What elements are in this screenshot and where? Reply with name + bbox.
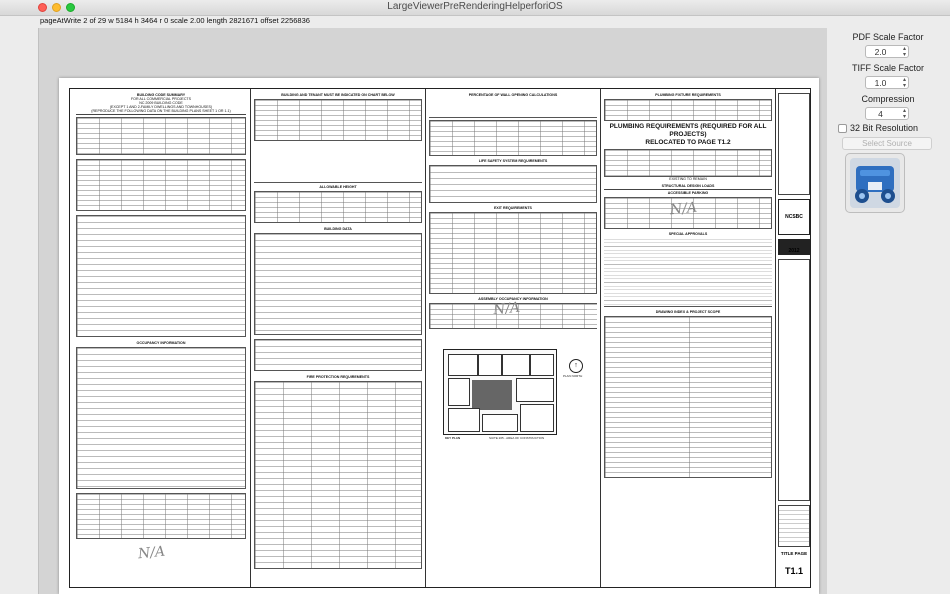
compression-label: Compression [861,94,915,104]
parking-area: N/A [604,197,772,229]
floor-plan-drawing [443,349,557,435]
building-chart-table [254,99,422,141]
fire-protection-table [254,381,422,569]
tiff-scale-stepper[interactable]: 1.0 ▴ ▾ [865,76,909,89]
drawing-index-heading: DRAWING INDEX & PROJECT SCOPE [655,310,721,314]
exit-heading: EXIT REQUIREMENTS [494,206,532,210]
column-divider [250,89,251,587]
building-data-heading: BUILDING DATA [324,227,352,231]
window-title: LargeViewerPreRenderingHelperforiOS [387,1,563,12]
stepper-arrows-icon[interactable]: ▴ ▾ [903,46,906,58]
column-divider [600,89,601,587]
key-plan-label: KEY PLAN [445,436,461,440]
pdf-scale-value: 2.0 [874,47,887,57]
building-data-block [254,233,422,335]
title-block-middle [778,259,810,501]
building-chart-title: BUILDING AND TENANT MUST BE INDICATED ON… [281,93,395,97]
code-summary-column: BUILDING CODE SUMMARY FOR ALL COMMERCIAL… [76,93,246,583]
column-divider [425,89,426,587]
code-compliance-block [76,215,246,337]
project-info-table [76,117,246,155]
plumbing-callout-page: RELOCATED TO PAGE T1.2 [645,139,731,146]
building-data-column: BUILDING AND TENANT MUST BE INDICATED ON… [254,93,422,583]
compression-value: 4 [878,109,883,119]
document-page: BUILDING CODE SUMMARY FOR ALL COMMERCIAL… [59,78,819,594]
plumbing-callout: PLUMBING REQUIREMENTS (REQUIRED FOR ALL … [609,123,767,138]
structural-heading: STRUCTURAL DESIGN LOADS [661,184,715,188]
sheet-number: T1.1 [784,566,803,576]
special-approvals-text [604,236,772,307]
plumbing-heading: PLUMBING FIXTURE REQUIREMENTS [655,93,721,97]
plan-area: N/A ↑ PLAN NORTH KEY PLAN SUITE 205 - AR… [429,299,597,513]
area-block [254,339,422,371]
wall-opening-column: PERCENTAGE OF WALL OPENING CALCULATIONS … [429,93,597,583]
design-team-table [76,159,246,211]
occupancy-heading: OCCUPANCY INFORMATION [136,341,186,345]
stepper-arrows-icon[interactable]: ▴ ▾ [903,77,906,89]
tiff-scale-label: TIFF Scale Factor [851,63,924,73]
exit-table [429,212,597,294]
plumbing-column: PLUMBING FIXTURE REQUIREMENTS PLUMBING R… [604,93,772,583]
occupancy-block [76,347,246,489]
title-block-top [778,93,810,195]
title-block-column: NCSBC 2012 TITLE PAGE T1.1 [778,93,810,583]
wall-opening-table [429,120,597,156]
na-stamp: N/A [137,543,166,563]
code-summary-subtitle: (REPRODUCE THE FOLLOWING DATA ON THE BUI… [91,109,231,113]
allowable-height-table [254,191,422,223]
accessible-parking-heading: ACCESSIBLE PARKING [667,191,709,195]
stepper-arrows-icon[interactable]: ▴ ▾ [903,108,906,120]
allowable-height-heading: ALLOWABLE HEIGHT [319,185,357,189]
na-stamp: N/A [669,199,698,219]
document-viewer[interactable]: BUILDING CODE SUMMARY FOR ALL COMMERCIAL… [38,28,827,594]
plan-north-label: PLAN NORTH [563,374,583,378]
window-titlebar: LargeViewerPreRenderingHelperforiOS [0,0,950,16]
pdf-scale-label: PDF Scale Factor [852,32,924,42]
tiff-scale-value: 1.0 [874,78,887,88]
na-stamp: N/A [492,299,521,319]
settings-sidebar: PDF Scale Factor 2.0 ▴ ▾ TIFF Scale Facto… [826,28,950,594]
column-divider [775,89,776,587]
compression-stepper[interactable]: 4 ▴ ▾ [865,107,909,120]
drawing-index-table [604,316,772,478]
allowable-area-table [76,493,246,539]
code-badge: NCSBC 2012 [778,199,810,254]
render-info-text: pageAtWrite 2 of 29 w 5184 h 3464 r 0 sc… [40,16,310,25]
plumbing-table-top [604,99,772,121]
wall-opening-notes [429,97,597,118]
bit32-label[interactable]: 32 Bit Resolution [850,123,918,133]
app-icon [845,153,905,213]
drawing-sheet: BUILDING CODE SUMMARY FOR ALL COMMERCIAL… [69,88,811,588]
plumbing-table-bottom [604,149,772,177]
life-safety-block [429,165,597,203]
bit32-checkbox[interactable] [838,124,847,133]
sheet-title: TITLE PAGE [780,551,808,556]
pdf-scale-stepper[interactable]: 2.0 ▴ ▾ [865,45,909,58]
existing-label: EXISTING TO REMAIN [669,177,707,181]
notes-block [254,144,422,183]
fire-protection-heading: FIRE PROTECTION REQUIREMENTS [306,375,370,379]
revision-block [778,505,810,547]
printer-icon [850,158,900,208]
life-safety-heading: LIFE SAFETY SYSTEM REQUIREMENTS [478,159,548,163]
north-arrow-icon: ↑ [569,359,583,373]
select-source-button[interactable]: Select Source [842,137,932,150]
suite-label: SUITE 205 - AREA OF CONSTRUCTION [489,436,545,440]
